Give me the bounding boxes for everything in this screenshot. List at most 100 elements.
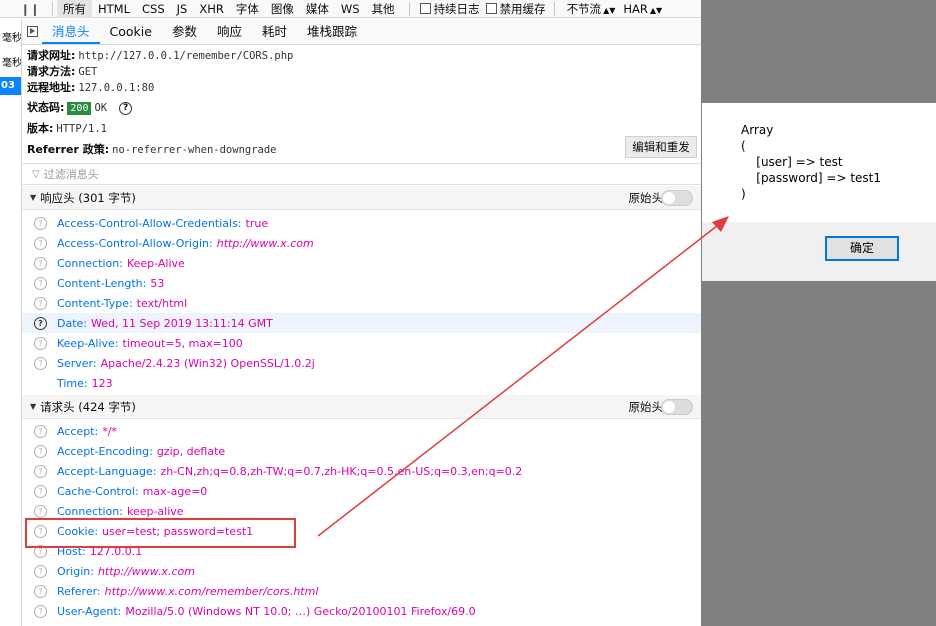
ok-button[interactable]: 确定 <box>825 236 899 261</box>
header-value: http://www.x.com/remember/cors.html <box>104 584 319 598</box>
header-name: Accept: <box>57 424 99 438</box>
help-icon[interactable]: ? <box>34 296 47 310</box>
help-icon[interactable]: ? <box>34 356 47 370</box>
header-name: Origin: <box>57 564 94 578</box>
help-icon[interactable]: ? <box>34 584 47 598</box>
url-label: 请求网址: <box>27 49 76 62</box>
help-icon[interactable]: ? <box>34 276 47 290</box>
help-icon[interactable]: ? <box>34 236 47 250</box>
help-icon[interactable]: ? <box>34 424 47 438</box>
header-value: */* <box>102 424 117 438</box>
header-name: Time: <box>57 376 88 390</box>
help-icon[interactable]: ? <box>34 336 47 350</box>
filter-js[interactable]: JS <box>171 0 194 18</box>
header-row: ? Content-Type: text/html <box>22 293 701 313</box>
har-dropdown[interactable]: HAR ▲▼ <box>623 2 662 16</box>
header-value: true <box>245 216 269 230</box>
filter-all[interactable]: 所有 <box>57 0 92 18</box>
tab-stack-trace[interactable]: 堆栈跟踪 <box>297 19 367 44</box>
alert-message: Array ( [user] => test [password] => tes… <box>741 123 882 201</box>
header-name: Keep-Alive: <box>57 336 119 350</box>
raw-headers-toggle[interactable] <box>661 189 693 206</box>
filter-fonts[interactable]: 字体 <box>230 0 265 18</box>
remote-label: 远程地址: <box>27 81 76 94</box>
header-value: 123 <box>91 376 113 390</box>
help-icon[interactable]: ? <box>34 604 47 618</box>
edit-and-resend-button[interactable]: 编辑和重发 <box>625 136 697 158</box>
raw-headers-toggle[interactable] <box>661 398 693 415</box>
method-value: GET <box>78 66 98 78</box>
filter-other[interactable]: 其他 <box>366 0 401 18</box>
throttle-dropdown[interactable]: 不节流 ▲▼ <box>567 1 616 17</box>
header-row: ? Referer: http://www.x.com/remember/cors.… <box>22 581 701 601</box>
header-name: Server: <box>57 356 97 370</box>
remote-address-row: 远程地址: 127.0.0.1:80 <box>27 80 701 96</box>
help-icon[interactable]: ? <box>34 256 47 270</box>
header-value: http://www.x.com <box>216 236 314 250</box>
filter-ws[interactable]: WS <box>335 0 366 18</box>
version-row: 版本: HTTP/1.1 <box>27 121 701 137</box>
toggle-sidebar-icon[interactable] <box>22 19 42 44</box>
throttle-label: 不节流 <box>566 1 602 16</box>
disable-cache-checkbox[interactable]: 禁用缓存 <box>485 1 546 17</box>
raw-headers-label: 原始头 <box>628 399 664 414</box>
help-icon[interactable]: ? <box>119 101 133 115</box>
updown-icon: ▲▼ <box>603 5 616 15</box>
filter-media[interactable]: 媒体 <box>300 0 335 18</box>
help-icon[interactable]: ? <box>34 464 47 478</box>
header-name: User-Agent: <box>57 604 122 618</box>
help-icon[interactable]: ? <box>34 504 47 518</box>
remote-value: 127.0.0.1:80 <box>78 82 155 94</box>
help-icon[interactable]: ? <box>34 484 47 498</box>
tab-params[interactable]: 参数 <box>162 19 207 44</box>
help-icon[interactable]: ? <box>34 564 47 578</box>
updown-icon: ▲▼ <box>649 5 663 15</box>
detail-tabs: 消息头 Cookie 参数 响应 耗时 堆栈跟踪 <box>22 19 701 45</box>
filter-css[interactable]: CSS <box>136 0 171 18</box>
pause-icon[interactable]: ❙❙ <box>0 2 44 16</box>
alert-dialog: Array ( [user] => test [password] => tes… <box>702 103 936 281</box>
request-method-row: 请求方法: GET <box>27 64 701 80</box>
response-headers-title: 响应头 (301 字节) <box>40 190 136 205</box>
tab-timings[interactable]: 耗时 <box>252 19 297 44</box>
timing-cell: 毫秒 <box>2 33 22 44</box>
header-row: ? Accept-Encoding: gzip, deflate <box>22 441 701 461</box>
method-label: 请求方法: <box>27 65 76 78</box>
tab-cookies[interactable]: Cookie <box>100 19 162 44</box>
filter-images[interactable]: 图像 <box>265 0 300 18</box>
header-row: ? Content-Length: 53 <box>22 273 701 293</box>
raw-headers-label: 原始头 <box>628 190 664 205</box>
filter-xhr[interactable]: XHR <box>193 0 230 18</box>
toolbar-divider <box>553 1 555 16</box>
header-value: Apache/2.4.23 (Win32) OpenSSL/1.0.2j <box>100 356 315 370</box>
har-label: HAR <box>623 1 648 16</box>
referrer-policy-row: Referrer 政策: no-referrer-when-downgrade <box>27 142 701 158</box>
header-name: Connection: <box>57 504 123 518</box>
tab-headers[interactable]: 消息头 <box>42 19 100 44</box>
header-name: Content-Length: <box>57 276 147 290</box>
tab-response[interactable]: 响应 <box>207 19 252 44</box>
dimmed-page-background <box>701 0 936 626</box>
selected-request-row[interactable]: 03 <box>0 77 21 95</box>
request-headers-section[interactable]: ▼ 请求头 (424 字节) 原始头 <box>22 395 701 419</box>
header-name: Accept-Language: <box>57 464 157 478</box>
header-row: ? Connection: Keep-Alive <box>22 253 701 273</box>
filter-html[interactable]: HTML <box>92 0 136 18</box>
header-row: Time: 123 <box>22 373 701 393</box>
checkbox-icon <box>485 3 497 14</box>
help-icon[interactable]: ? <box>34 316 47 330</box>
header-value: zh-CN,zh;q=0.8,zh-TW;q=0.7,zh-HK;q=0.5,e… <box>160 464 523 478</box>
header-value: timeout=5, max=100 <box>122 336 243 350</box>
response-headers-section[interactable]: ▼ 响应头 (301 字节) 原始头 <box>22 186 701 210</box>
help-icon[interactable]: ? <box>34 216 47 230</box>
timing-cell[interactable]: 毫秒 <box>2 54 21 69</box>
request-headers-title: 请求头 (424 字节) <box>40 399 136 414</box>
filter-headers-input[interactable]: ▽ 过滤消息头 <box>22 163 701 185</box>
persist-logs-checkbox[interactable]: 持续日志 <box>419 1 480 17</box>
filter-icon: ▽ <box>32 168 40 180</box>
toolbar-divider <box>408 1 410 16</box>
help-icon[interactable]: ? <box>34 444 47 458</box>
header-row: ? Accept-Language: zh-CN,zh;q=0.8,zh-TW;q=… <box>22 461 701 481</box>
checkbox-icon <box>419 3 431 14</box>
